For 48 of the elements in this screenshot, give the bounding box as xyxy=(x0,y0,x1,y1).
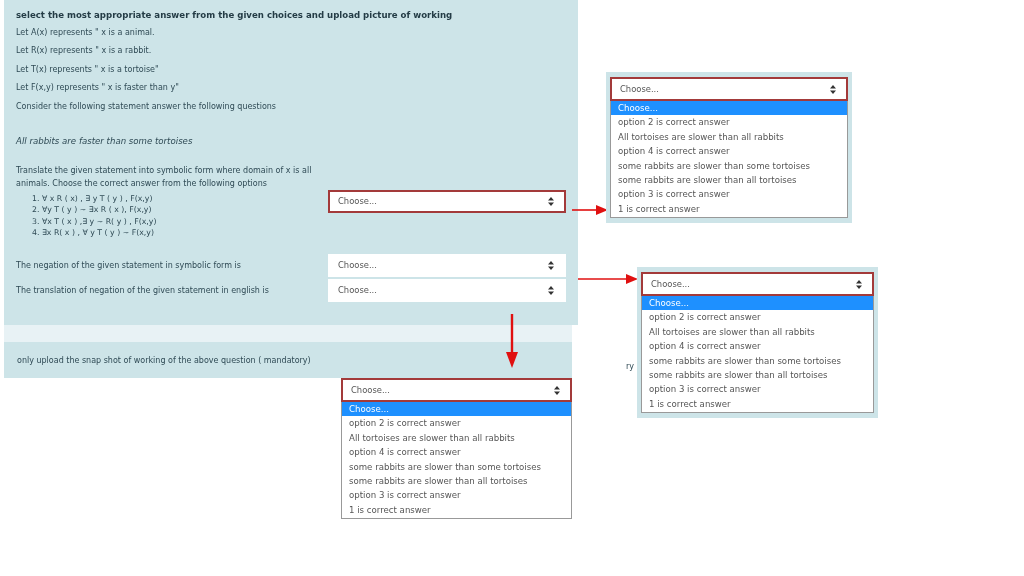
dropdown-option[interactable]: some rabbits are slower than some tortoises xyxy=(342,459,571,475)
definition-text: Consider the following statement answer the following questions xyxy=(16,100,278,113)
dropdown-option[interactable]: some rabbits are slower than all tortoises xyxy=(342,474,571,489)
dropdown-option[interactable]: 1 is correct answer xyxy=(342,502,571,518)
sort-caret-icon xyxy=(830,84,836,94)
dropdown-option[interactable]: option 2 is correct answer xyxy=(342,416,571,431)
sort-caret-icon xyxy=(554,385,560,395)
answer-select[interactable]: Choose... xyxy=(328,278,566,302)
answer-select[interactable]: Choose... xyxy=(610,77,848,101)
answer-select[interactable]: Choose... xyxy=(341,378,572,402)
pointer-arrow xyxy=(505,314,519,368)
sort-caret-icon xyxy=(548,260,554,270)
sort-caret-icon xyxy=(856,279,862,289)
dropdown-option[interactable]: 1 is correct answer xyxy=(642,396,873,412)
dropdown-option[interactable]: option 2 is correct answer xyxy=(642,310,873,325)
pointer-arrow xyxy=(572,204,608,216)
upload-text: only upload the snap shot of working of the above question ( mandatory) xyxy=(16,355,311,365)
dropdown-option[interactable]: option 4 is correct answer xyxy=(642,339,873,354)
dropdown-option[interactable]: 1 is correct answer xyxy=(611,201,847,217)
pointer-arrow xyxy=(578,273,638,285)
definition-text: Let A(x) represents " x is a animal. xyxy=(16,26,156,39)
dropdown-option[interactable]: option 3 is correct answer xyxy=(642,382,873,397)
dropdown-option[interactable]: some rabbits are slower than some tortoises xyxy=(611,158,847,174)
cut-off-text: ry xyxy=(626,362,635,371)
statement-text: All rabbits are faster than some tortoises xyxy=(16,135,194,148)
definition-text: Let R(x) represents " x is a rabbit. xyxy=(16,45,153,58)
dropdown-option[interactable]: option 4 is correct answer xyxy=(342,445,571,460)
answer-select[interactable]: Choose... xyxy=(328,189,566,213)
dropdown-option[interactable]: All tortoises are slower than all rabbits xyxy=(611,129,847,145)
answer-select[interactable]: Choose... xyxy=(328,253,566,277)
question-text: The negation of the given statement in symbolic form is xyxy=(16,259,242,272)
sort-caret-icon xyxy=(548,285,554,295)
instruction-text: select the most appropriate answer from the given choices and upload picture of working xyxy=(16,8,454,22)
dropdown-option[interactable]: option 4 is correct answer xyxy=(611,144,847,159)
definition-text: Let T(x) represents " x is a tortoise" xyxy=(16,63,160,76)
dropdown-option[interactable]: option 3 is correct answer xyxy=(342,488,571,503)
dropdown-option[interactable]: All tortoises are slower than all rabbits xyxy=(642,324,873,340)
dropdown-option[interactable]: option 2 is correct answer xyxy=(611,115,847,130)
dropdown-option[interactable]: option 3 is correct answer xyxy=(611,187,847,202)
dropdown-option[interactable]: some rabbits are slower than some tortoises xyxy=(642,353,873,369)
answer-select[interactable]: Choose... xyxy=(641,272,874,296)
question-text: The translation of negation of the given statement in english is xyxy=(16,284,270,297)
sort-caret-icon xyxy=(548,196,554,206)
dropdown-option[interactable]: some rabbits are slower than all tortoises xyxy=(611,173,847,188)
dropdown-option[interactable]: All tortoises are slower than all rabbits xyxy=(342,430,571,446)
definition-text: Let F(x,y) represents " x is faster than y" xyxy=(16,82,180,95)
question-text: Translate the given statement into symbolic form where domain of x is all animals. Choose the correct answer from the following options xyxy=(16,164,313,190)
dropdown-option[interactable]: some rabbits are slower than all tortoises xyxy=(642,368,873,383)
